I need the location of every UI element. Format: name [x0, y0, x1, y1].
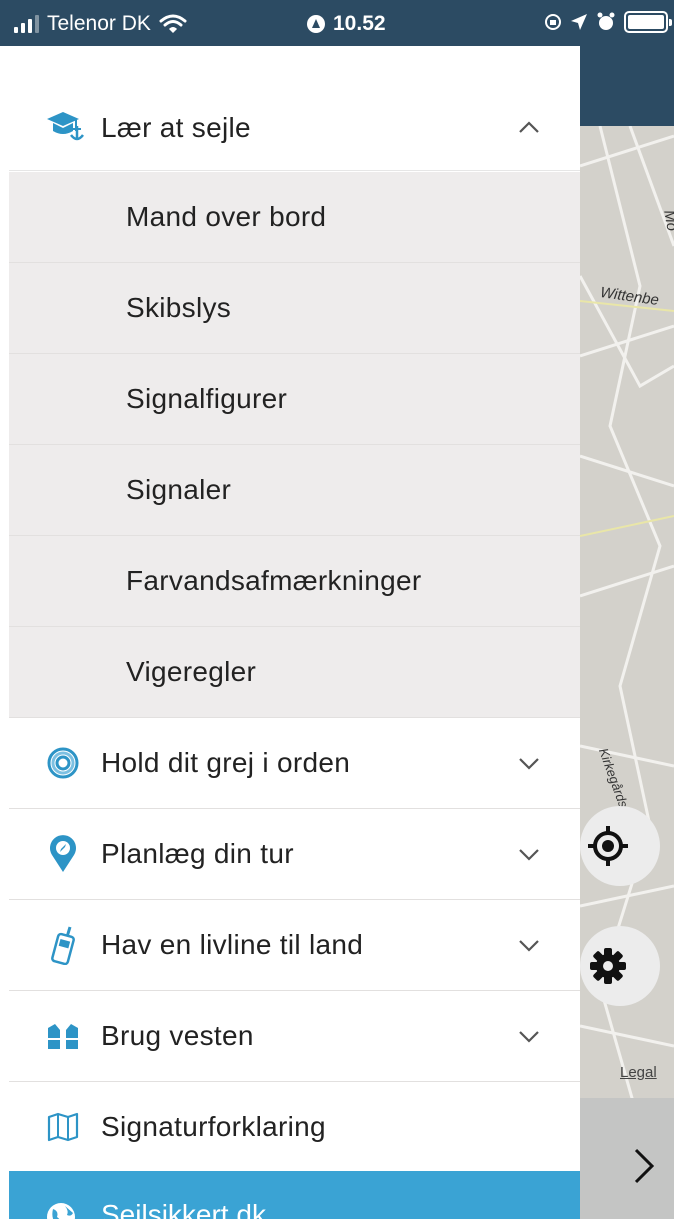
menu-section-laer-at-sejle[interactable]: Lær at sejle	[9, 86, 580, 171]
crosshair-icon	[588, 826, 628, 866]
settings-button[interactable]	[580, 926, 660, 1006]
menu-section-label: Hav en livline til land	[101, 929, 364, 960]
submenu-item-signaler[interactable]: Signaler	[9, 445, 580, 536]
map-view[interactable]: Wittenbe Mo Kirkegårdsvej Legal	[580, 46, 674, 1219]
status-right	[544, 11, 672, 33]
menu-section-hav-en-livline-til-land[interactable]: Hav en livline til land	[9, 900, 580, 991]
submenu-item-vigeregler[interactable]: Vigeregler	[9, 627, 580, 718]
graduation-cap-anchor-icon	[45, 109, 85, 148]
clock-time: 10.52	[333, 12, 386, 35]
status-bar: Telenor DK 10.52	[0, 0, 674, 46]
rope-coil-icon	[45, 745, 81, 781]
globe-icon	[47, 1203, 75, 1219]
menu-item-label: Sejlsikkert.dk	[101, 1199, 266, 1219]
submenu-item-skibslys[interactable]: Skibslys	[9, 263, 580, 354]
battery-icon	[624, 11, 672, 33]
menu-item-sejlsikkert[interactable]: Sejlsikkert.dk	[9, 1171, 580, 1219]
locate-me-button[interactable]	[580, 806, 660, 886]
map-icon	[45, 1109, 81, 1145]
chevron-up-icon[interactable]	[518, 117, 540, 139]
location-arrow-icon	[571, 14, 587, 30]
street-label: Mo	[660, 208, 674, 233]
submenu-item-farvandsafmaerkninger[interactable]: Farvandsafmærkninger	[9, 536, 580, 627]
submenu-item-label: Vigeregler	[126, 656, 257, 687]
alarm-icon	[597, 12, 615, 30]
chevron-down-icon[interactable]	[518, 1025, 540, 1047]
submenu-item-label: Signalfigurer	[126, 383, 288, 414]
submenu-item-label: Mand over bord	[126, 201, 327, 232]
map-streets	[580, 126, 674, 1127]
submenu-item-label: Skibslys	[126, 292, 232, 323]
menu-section-planlaeg-din-tur[interactable]: Planlæg din tur	[9, 809, 580, 900]
menu-section-label: Planlæg din tur	[101, 838, 294, 869]
map-top-bar	[580, 46, 674, 126]
chevron-right-icon[interactable]	[632, 1146, 656, 1186]
vhf-radio-icon	[45, 926, 81, 965]
menu-section-label: Lær at sejle	[101, 112, 251, 143]
chevron-down-icon[interactable]	[518, 843, 540, 865]
life-vest-icon	[45, 1018, 81, 1054]
location-services-icon	[307, 15, 325, 33]
menu-section-hold-dit-grej-i-orden[interactable]: Hold dit grej i orden	[9, 718, 580, 809]
clock: 10.52	[307, 12, 386, 36]
menu-item-signaturforklaring[interactable]: Signaturforklaring	[9, 1082, 580, 1173]
menu-section-label: Brug vesten	[101, 1020, 254, 1051]
navigation-drawer: Lær at sejle Mand over bord Skibslys Sig…	[9, 46, 580, 1219]
submenu-item-label: Signaler	[126, 474, 232, 505]
menu-item-label: Signaturforklaring	[101, 1111, 326, 1142]
gear-icon	[590, 948, 626, 984]
map-bottom-bar	[580, 1098, 674, 1219]
chevron-down-icon[interactable]	[518, 934, 540, 956]
map-pin-compass-icon	[45, 835, 81, 872]
signal-icon	[14, 15, 39, 33]
menu-section-brug-vesten[interactable]: Brug vesten	[9, 991, 580, 1082]
rotation-lock-icon	[545, 14, 561, 30]
legal-link[interactable]: Legal	[620, 1064, 657, 1081]
chevron-down-icon[interactable]	[518, 752, 540, 774]
menu-section-label: Hold dit grej i orden	[101, 747, 351, 778]
carrier-name: Telenor DK	[47, 12, 151, 35]
submenu-item-signalfigurer[interactable]: Signalfigurer	[9, 354, 580, 445]
submenu-item-mand-over-bord[interactable]: Mand over bord	[9, 172, 580, 263]
carrier-info: Telenor DK	[14, 12, 187, 36]
wifi-icon	[159, 14, 187, 33]
submenu-item-label: Farvandsafmærkninger	[126, 565, 422, 596]
